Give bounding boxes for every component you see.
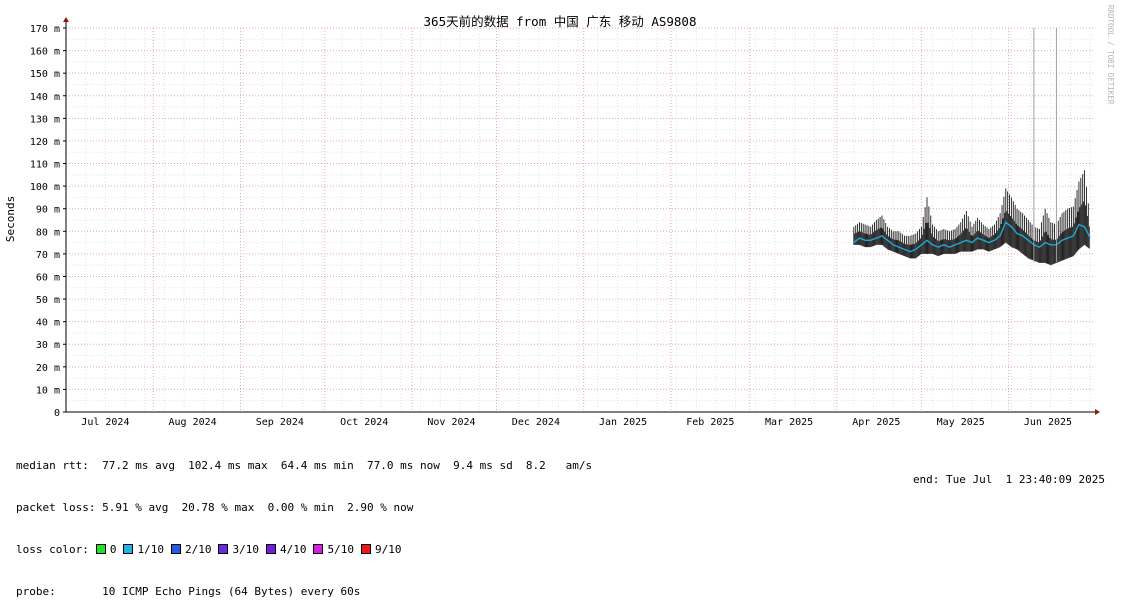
loss-color-swatch	[123, 544, 134, 554]
chart-title: 365天前的数据 from 中国 广东 移动 AS9808	[424, 14, 697, 29]
x-tick-label: Nov 2024	[427, 417, 475, 428]
x-tick-label: Feb 2025	[686, 417, 734, 428]
x-tick-label: Oct 2024	[340, 417, 388, 428]
y-axis-arrow-icon	[63, 17, 69, 22]
x-tick-label: Jan 2025	[599, 417, 647, 428]
x-tick-label: May 2025	[937, 417, 985, 428]
y-tick-label: 0	[54, 408, 60, 419]
packet-loss-stats: packet loss: 5.91 % avg 20.78 % max 0.00…	[16, 501, 414, 514]
y-tick-label: 150 m	[30, 69, 60, 80]
y-tick-label: 120 m	[30, 137, 60, 148]
y-tick-label: 70 m	[36, 250, 60, 261]
x-tick-label: Jul 2024	[81, 417, 129, 428]
loss-color-item-label: 1/10	[137, 543, 164, 556]
y-tick-label: 50 m	[36, 295, 60, 306]
loss-color-swatch	[95, 544, 106, 554]
y-tick-label: 140 m	[30, 92, 60, 103]
y-tick-label: 110 m	[30, 160, 60, 171]
stats-legend: median rtt: 77.2 ms avg 102.4 ms max 64.…	[16, 431, 592, 613]
probe-label: probe:	[16, 585, 56, 598]
y-tick-label: 90 m	[36, 205, 60, 216]
loss-color-swatch	[218, 544, 229, 554]
y-axis-label: Seconds	[4, 196, 17, 242]
loss-color-swatch	[360, 544, 371, 554]
x-tick-label: Dec 2024	[512, 417, 560, 428]
loss-color-item-label: 4/10	[279, 543, 307, 556]
latency-chart: 0 10 m 20 m 30 m 40 m 50 m 60 m 70 m 80 m 90 m 100…	[4, 5, 1115, 428]
y-tick-label: 130 m	[30, 114, 60, 125]
y-tick-label: 60 m	[36, 272, 60, 283]
y-tick-label: 100 m	[30, 182, 60, 193]
loss-color-label: loss color:	[16, 543, 89, 556]
probe-description: 10 ICMP Echo Pings (64 Bytes) every 60s	[102, 585, 361, 598]
end-timestamp: end: Tue Jul 1 23:40:09 2025	[912, 473, 1105, 486]
loss-color-item-label: 2/10	[184, 543, 212, 556]
y-tick-label: 80 m	[36, 227, 60, 238]
probe-row: probe: 10 ICMP Echo Pings (64 Bytes) eve…	[16, 585, 592, 599]
x-tick-label: Mar 2025	[765, 417, 813, 428]
median-rtt-stats: median rtt: 77.2 ms avg 102.4 ms max 64.…	[16, 459, 593, 472]
loss-color-swatch	[170, 544, 181, 554]
x-axis-arrow-icon	[1095, 409, 1100, 415]
loss-color-item-label: 5/10	[327, 543, 354, 556]
watermark: RRDTOOL / TOBI OETIKER	[1106, 5, 1115, 105]
loss-color-swatch	[265, 544, 276, 554]
y-tick-label: 10 m	[36, 385, 60, 396]
loss-color-item-label: 3/10	[232, 543, 259, 556]
x-tick-label: Apr 2025	[852, 417, 900, 428]
loss-color-swatch	[313, 544, 324, 554]
loss-color-item-label: 0	[109, 543, 117, 556]
y-tick-label: 30 m	[36, 340, 60, 351]
x-tick-label: Aug 2024	[169, 417, 217, 428]
y-tick-label: 20 m	[36, 363, 60, 374]
loss-color-item-label: 9/10	[374, 543, 402, 556]
y-tick-label: 40 m	[36, 318, 60, 329]
x-tick-label: Jun 2025	[1024, 417, 1072, 428]
grid	[65, 27, 1093, 412]
data-series	[853, 28, 1091, 266]
x-tick-label: Sep 2024	[256, 417, 304, 428]
loss-color-row: loss color: 0 1/10 2/10 3/10 4/10 5/10 9/10	[16, 543, 592, 557]
y-tick-label: 160 m	[30, 47, 60, 58]
y-tick-label: 170 m	[30, 24, 60, 35]
